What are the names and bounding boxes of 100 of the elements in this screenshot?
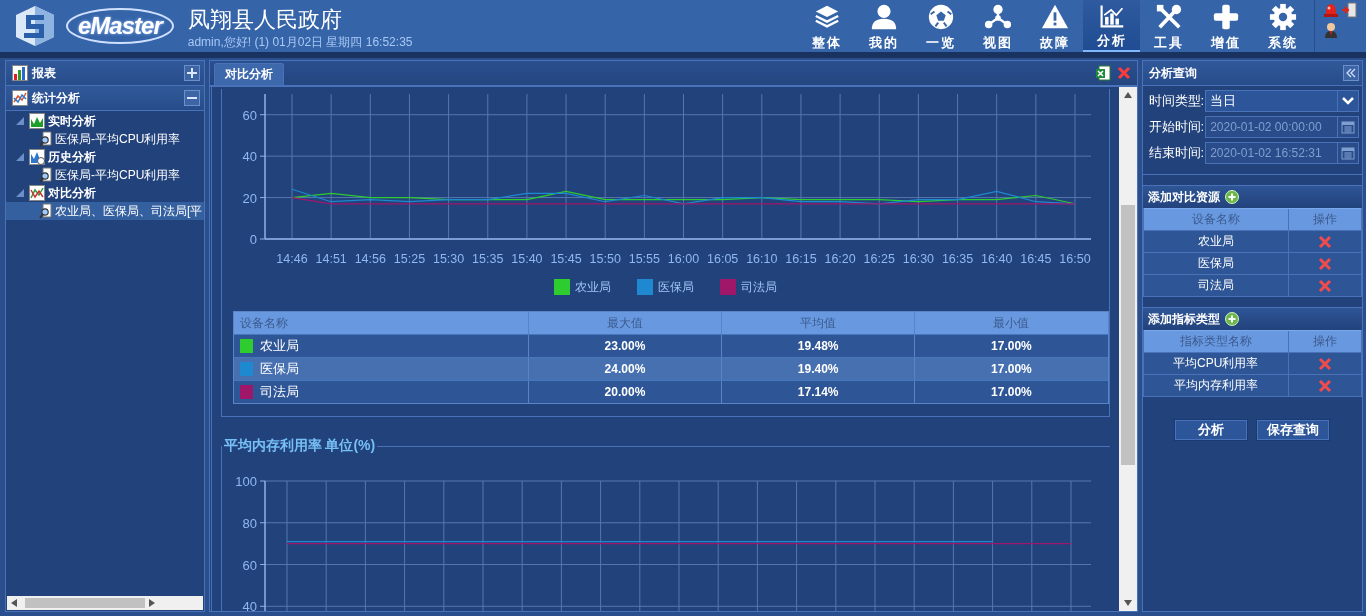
calendar-icon [1341, 120, 1355, 134]
document-search-icon [39, 167, 53, 183]
bar-chart-icon [12, 65, 28, 81]
y-tick-label: 60 [242, 107, 257, 123]
left-arrow-icon[interactable] [11, 599, 17, 607]
legend-item[interactable]: 司法局 [719, 277, 777, 297]
document-search-icon [39, 203, 53, 219]
legend-item[interactable]: 农业局 [553, 277, 611, 297]
nav-tab[interactable]: 故障 [1026, 0, 1083, 52]
nav-tab[interactable]: 增值 [1197, 0, 1254, 52]
expanded-triangle-icon [16, 189, 24, 197]
nav-tab[interactable]: 工具 [1140, 0, 1197, 52]
calendar-icon [1341, 146, 1355, 160]
down-arrow-icon[interactable] [1123, 600, 1132, 606]
logo-text: eMaster [66, 8, 174, 44]
y-tick-label: 0 [249, 232, 257, 247]
x-tick-label: 14:56 [354, 252, 386, 266]
x-tick-label: 15:30 [432, 252, 464, 266]
nodes-icon [982, 3, 1013, 31]
double-chevron-icon [1346, 68, 1356, 78]
table-cell-text: 平均CPU利用率 [1172, 355, 1260, 372]
section-header[interactable]: 统计分析 [6, 86, 204, 111]
realtime-chart-icon [29, 113, 45, 129]
column-header: 设备名称 [238, 314, 289, 332]
tree-node[interactable]: 实时分析 [6, 112, 204, 130]
up-arrow-icon[interactable] [1123, 92, 1132, 98]
x-tick-label: 16:50 [1058, 252, 1091, 266]
excel-export-icon[interactable] [1094, 65, 1111, 81]
legend-item[interactable]: 医保局 [636, 277, 694, 297]
nav-tab[interactable]: 我的 [855, 0, 912, 52]
dropdown[interactable]: 当日 [1205, 90, 1359, 112]
tree-node[interactable]: 历史分析 [6, 148, 204, 166]
table-cell-text: 司法局 [1196, 277, 1235, 294]
table-cell: 17.00% [914, 381, 1108, 403]
nav-tab[interactable]: 一览 [912, 0, 969, 52]
x-tick-label: 15:25 [393, 252, 425, 266]
x-tick-label: 15:50 [589, 252, 621, 266]
x-tick-label: 16:30 [902, 252, 934, 266]
x-tick-label: 16:45 [1019, 252, 1051, 266]
user-icon[interactable] [1323, 22, 1339, 38]
table-row[interactable]: 医保局 24.00% 19.40% 17.00% [233, 357, 1108, 380]
x-tick-label: 16:35 [941, 252, 973, 266]
add-icon[interactable] [1224, 312, 1239, 326]
x-tick-label: 15:40 [510, 252, 543, 266]
tree-leaf[interactable]: 医保局-平均CPU利用率 [6, 130, 204, 148]
field-label: 时间类型: [1148, 92, 1205, 110]
x-tick-label: 16:15 [784, 252, 817, 266]
table-cell-text: 医保局 [1196, 255, 1235, 272]
warning-icon [1039, 3, 1070, 31]
section-title: 添加指标类型 [1147, 310, 1220, 328]
collapse-button[interactable] [1343, 65, 1359, 81]
chart-title: 平均内存利用率 单位(%) [222, 437, 377, 455]
tab[interactable]: 对比分析 [213, 63, 284, 85]
x-tick-label: 16:10 [745, 252, 777, 266]
table-cell: 医保局 [259, 360, 299, 378]
x-tick-label: 16:05 [706, 252, 738, 266]
panel-title: 分析查询 [1148, 64, 1198, 82]
tree-leaf[interactable]: 农业局、医保局、司法局[平 [6, 202, 204, 220]
x-tick-label: 15:35 [471, 252, 503, 266]
x-tick-label: 15:45 [549, 252, 582, 266]
document-search-icon [39, 131, 53, 147]
y-tick-label: 40 [242, 149, 257, 165]
x-tick-label: 16:25 [863, 252, 895, 266]
nav-tab[interactable]: 系统 [1254, 0, 1311, 52]
horizontal-scrollbar[interactable] [7, 596, 203, 610]
gear-icon [1267, 3, 1298, 31]
compare-chart-icon [29, 185, 45, 201]
vertical-scrollbar[interactable] [1118, 87, 1137, 611]
nav-tab[interactable]: 视图 [969, 0, 1026, 52]
action-button[interactable]: 分析 [1174, 419, 1249, 441]
table-cell-text: 农业局 [1196, 233, 1235, 250]
expand-button[interactable] [183, 65, 200, 81]
field-label: 开始时间: [1148, 118, 1205, 136]
tree-leaf[interactable]: 医保局-平均CPU利用率 [6, 166, 204, 184]
collapse-button[interactable] [183, 90, 200, 106]
history-chart-icon [29, 149, 45, 165]
table-row[interactable]: 农业局 23.00% 19.48% 17.00% [233, 334, 1108, 357]
close-icon[interactable] [1116, 66, 1131, 80]
y-tick-label: 20 [242, 190, 257, 206]
table-cell: 司法局 [259, 383, 299, 401]
section-title: 添加对比资源 [1147, 188, 1220, 206]
x-tick-label: 15:55 [628, 252, 660, 266]
table-row[interactable]: 司法局 20.00% 17.14% 17.00% [233, 380, 1108, 403]
section-header[interactable]: 报表 [6, 61, 204, 86]
add-icon[interactable] [1224, 190, 1239, 204]
user-status: admin,您好! (1) 01月02日 星期四 16:52:35 [187, 34, 413, 50]
expanded-triangle-icon [16, 153, 24, 161]
y-tick-label: 100 [234, 474, 257, 489]
tree-node[interactable]: 对比分析 [6, 184, 204, 202]
right-arrow-icon[interactable] [149, 599, 155, 607]
table-cell: 农业局 [259, 337, 299, 355]
nav-tab[interactable]: 分析 [1083, 0, 1140, 52]
exit-door-icon[interactable] [1341, 2, 1357, 18]
y-tick-label: 80 [242, 515, 257, 531]
y-tick-label: 40 [242, 599, 257, 611]
nav-tab[interactable]: 整体 [798, 0, 855, 52]
x-tick-label: 16:00 [667, 252, 699, 266]
action-button[interactable]: 保存查询 [1256, 419, 1331, 441]
expanded-triangle-icon [16, 117, 24, 125]
plus-icon [186, 68, 197, 78]
